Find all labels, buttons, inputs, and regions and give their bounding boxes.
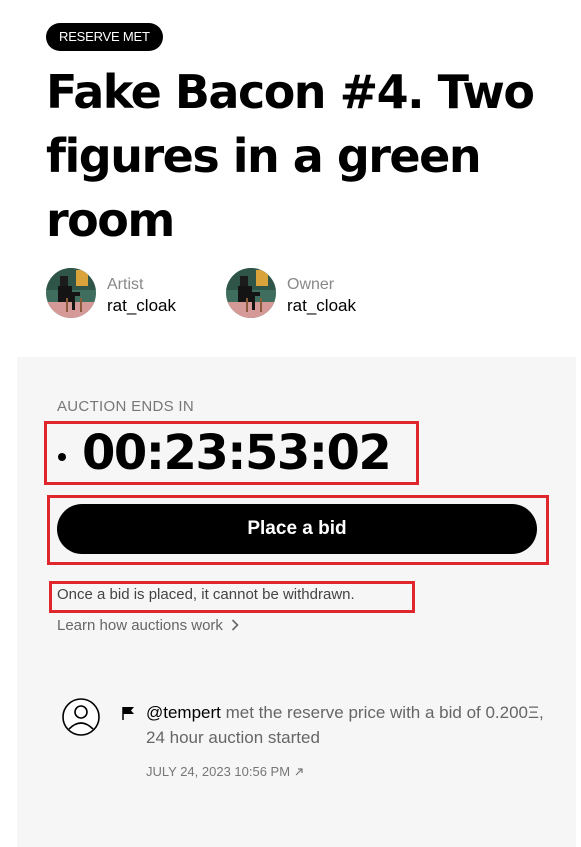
live-dot-icon [58,453,66,461]
user-circle-icon [61,697,101,737]
flag-icon [121,705,137,721]
learn-auctions-label: Learn how auctions work [57,617,223,634]
artist-username[interactable]: rat_cloak [107,296,176,316]
artwork-avatar-image [226,268,276,318]
artwork-avatar-image [46,268,96,318]
artist-avatar[interactable] [46,268,96,318]
artwork-title: Fake Bacon #4. Two figures in a green ro… [46,65,535,247]
auction-countdown: 00:23:53:02 [82,425,392,481]
history-event: @tempert met the reserve price with a bi… [146,700,546,750]
event-date: JULY 24, 2023 10:56 PM [146,764,291,779]
owner-avatar[interactable] [226,268,276,318]
learn-auctions-link[interactable]: Learn how auctions work [57,617,239,635]
external-link-arrow-icon [294,765,304,780]
artist-role-label: Artist [107,276,144,293]
auction-ends-label: AUCTION ENDS IN [57,398,195,415]
owner-role-label: Owner [287,276,335,293]
bid-withdraw-notice: Once a bid is placed, it cannot be withd… [57,586,355,603]
event-date-link[interactable]: JULY 24, 2023 10:56 PM [146,764,304,780]
reserve-met-badge: RESERVE MET [46,23,163,51]
event-user-handle[interactable]: @tempert [146,703,221,722]
owner-username[interactable]: rat_cloak [287,296,356,316]
chevron-right-icon [231,618,239,635]
place-bid-button[interactable]: Place a bid [57,504,537,554]
